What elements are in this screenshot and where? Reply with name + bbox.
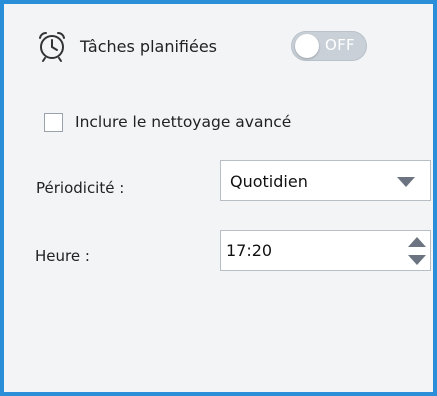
advanced-cleaning-checkbox[interactable] bbox=[44, 112, 63, 132]
scheduled-tasks-panel: Tâches planifiées OFF Inclure le nettoya… bbox=[0, 0, 437, 396]
alarm-clock-icon bbox=[39, 31, 65, 62]
scheduled-tasks-toggle[interactable]: OFF bbox=[291, 31, 367, 61]
advanced-cleaning-option[interactable]: Inclure le nettoyage avancé bbox=[44, 110, 291, 134]
chevron-down-icon bbox=[397, 177, 415, 187]
frequency-select[interactable]: Quotidien bbox=[220, 160, 431, 201]
frequency-label: Périodicité : bbox=[36, 179, 125, 197]
advanced-cleaning-label: Inclure le nettoyage avancé bbox=[75, 113, 292, 131]
toggle-state-label: OFF bbox=[325, 36, 355, 54]
caret-down-icon bbox=[408, 254, 426, 265]
frequency-value: Quotidien bbox=[230, 172, 308, 191]
scheduled-tasks-title: Tâches planifiées bbox=[80, 36, 218, 56]
toggle-knob bbox=[295, 34, 319, 58]
time-increment-button[interactable] bbox=[406, 234, 428, 249]
time-label: Heure : bbox=[35, 247, 90, 265]
time-input[interactable]: 17:20 bbox=[220, 230, 431, 271]
time-value: 17:20 bbox=[226, 241, 273, 260]
time-decrement-button[interactable] bbox=[406, 252, 428, 267]
caret-up-icon bbox=[408, 236, 426, 247]
